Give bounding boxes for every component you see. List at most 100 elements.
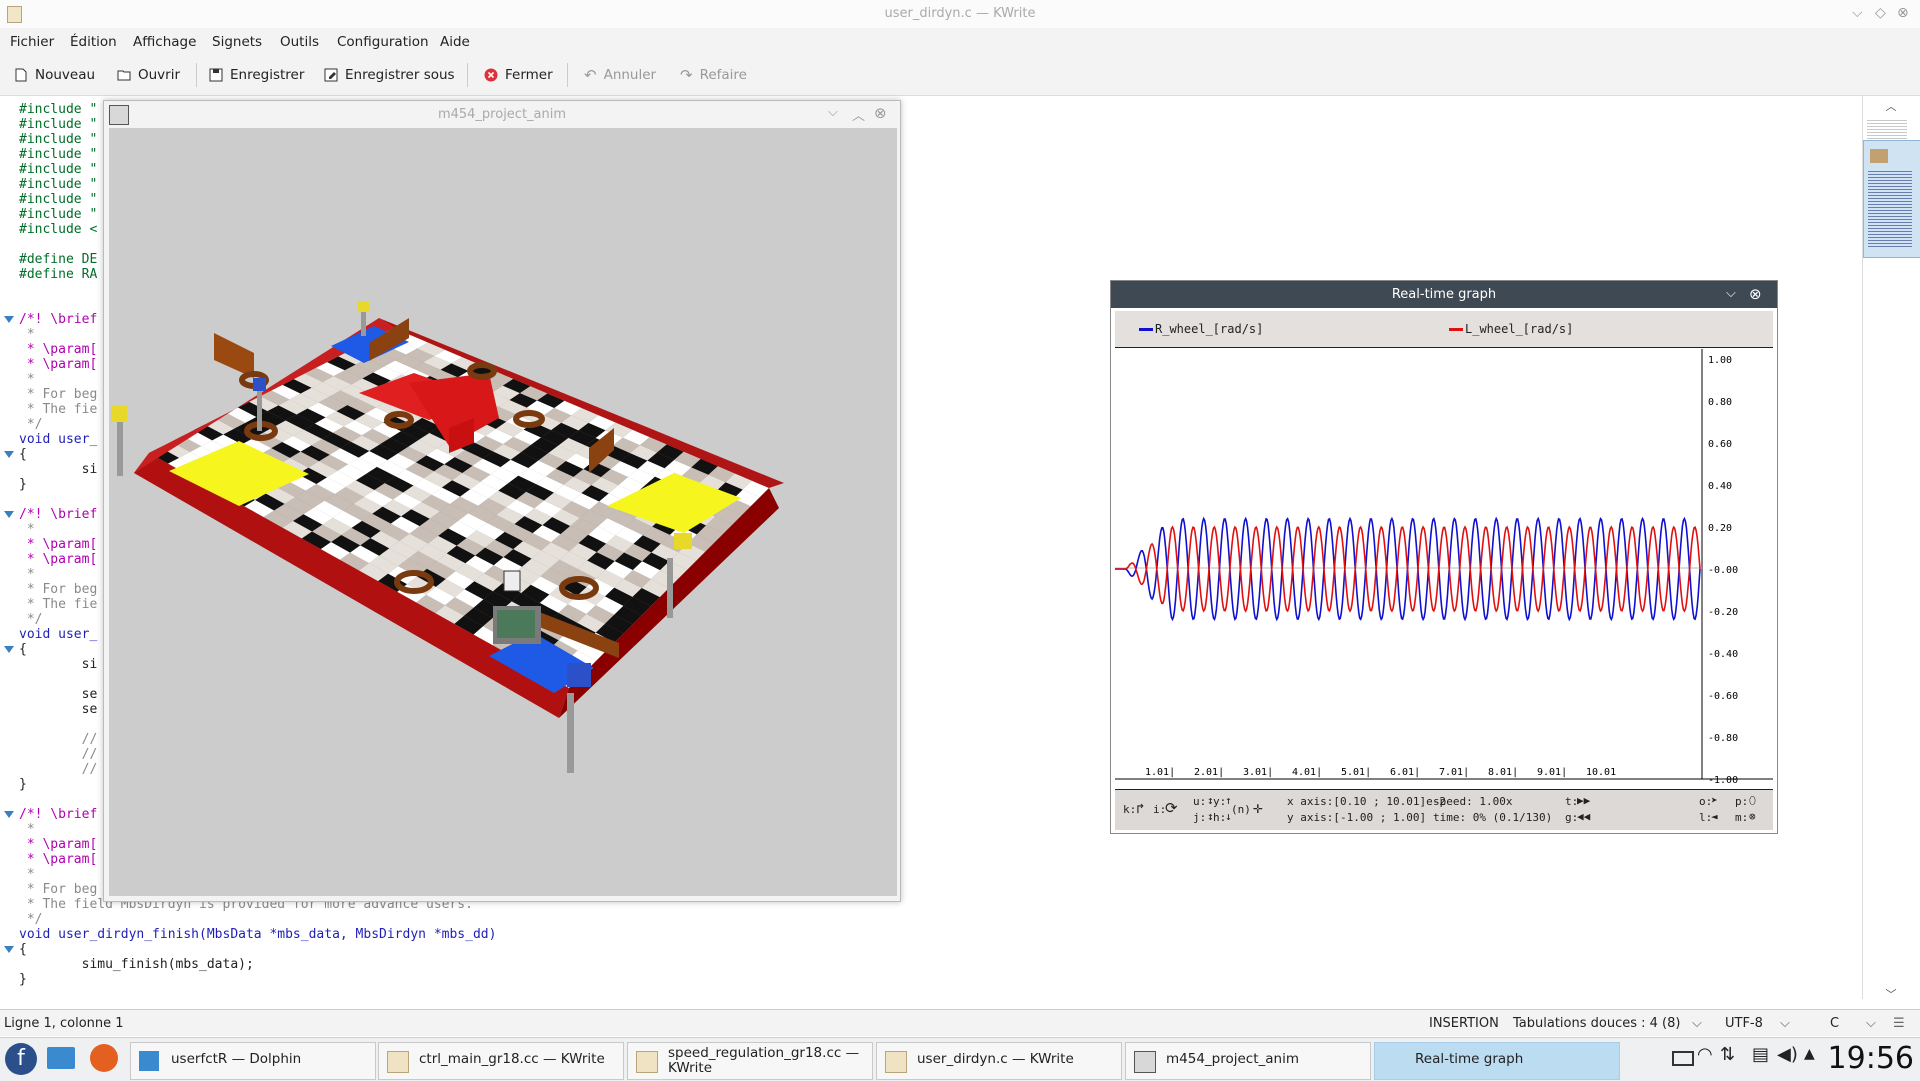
code-line[interactable]: * For beg: [19, 882, 97, 897]
code-line[interactable]: */: [19, 612, 43, 627]
code-line[interactable]: * For beg: [19, 582, 97, 597]
graph-close-icon[interactable]: ⊗: [1749, 285, 1762, 303]
highlight-dropdown-icon[interactable]: ⌵: [1866, 1016, 1876, 1031]
tray-expand-icon[interactable]: ▲: [1804, 1046, 1815, 1062]
dictionary-icon[interactable]: ☰: [1893, 1016, 1905, 1031]
code-line[interactable]: se: [19, 702, 98, 717]
fold-marker-icon[interactable]: [4, 946, 14, 953]
code-line[interactable]: * \param[: [19, 552, 97, 567]
clipboard-icon[interactable]: ▤: [1752, 1044, 1769, 1065]
code-line[interactable]: void user_: [19, 432, 97, 447]
code-line[interactable]: *: [19, 327, 35, 342]
graph-window-titlebar[interactable]: Real-time graph ⌵ ⊗: [1111, 281, 1777, 308]
code-line[interactable]: #include ": [19, 102, 97, 117]
forward-arrow-icon[interactable]: ➤: [1711, 794, 1718, 807]
clock[interactable]: 19:56: [1828, 1041, 1914, 1076]
code-line[interactable]: #include ": [19, 132, 97, 147]
undo-button[interactable]: ↶ Annuler: [584, 65, 656, 85]
menu-configuration[interactable]: Configuration: [337, 34, 429, 50]
code-line[interactable]: /*! \brief: [19, 507, 97, 522]
graph-minimize-icon[interactable]: ⌵: [1726, 286, 1736, 301]
center-axes-icon[interactable]: ✛: [1253, 798, 1263, 817]
menu-outils[interactable]: Outils: [280, 34, 319, 50]
code-line[interactable]: * \param[: [19, 837, 97, 852]
menu-signets[interactable]: Signets: [212, 34, 262, 50]
fold-marker-icon[interactable]: [4, 511, 14, 518]
close-icon[interactable]: ⊗: [1897, 5, 1909, 21]
code-line[interactable]: *: [19, 567, 35, 582]
3d-scene-canvas[interactable]: [109, 128, 897, 896]
task-ctrl-main[interactable]: ctrl_main_gr18.cc — KWrite: [378, 1042, 624, 1080]
refresh-icon[interactable]: ⟳: [1165, 799, 1178, 817]
file-manager-icon[interactable]: [47, 1047, 75, 1069]
code-line[interactable]: * \param[: [19, 852, 97, 867]
code-line[interactable]: {: [19, 447, 27, 462]
code-line[interactable]: {: [19, 942, 27, 957]
indentation-dropdown-icon[interactable]: ⌵: [1692, 1016, 1702, 1031]
code-line[interactable]: }: [19, 477, 27, 492]
code-line[interactable]: {: [19, 642, 27, 657]
code-line[interactable]: #define RA: [19, 267, 97, 282]
code-line[interactable]: *: [19, 822, 35, 837]
fold-marker-icon[interactable]: [4, 811, 14, 818]
code-line[interactable]: }: [19, 777, 27, 792]
save-button[interactable]: Enregistrer: [209, 65, 304, 85]
anim-window[interactable]: m454_project_anim ⌵ ︿ ⊗: [103, 100, 901, 902]
code-line[interactable]: simu_finish(mbs_data);: [19, 957, 254, 972]
code-line[interactable]: /*! \brief: [19, 807, 97, 822]
code-line[interactable]: * \param[: [19, 537, 97, 552]
code-line[interactable]: #include <: [19, 222, 97, 237]
code-line[interactable]: //: [19, 762, 98, 777]
anim-maximize-icon[interactable]: ︿: [852, 105, 865, 124]
code-line[interactable]: * \param[: [19, 342, 97, 357]
redo-button[interactable]: ↷ Refaire: [680, 65, 747, 85]
network-icon[interactable]: ⇅: [1720, 1044, 1735, 1065]
code-line[interactable]: * For beg: [19, 387, 97, 402]
minimap-viewport[interactable]: [1863, 140, 1920, 258]
highlight-mode[interactable]: C: [1830, 1016, 1839, 1031]
code-line[interactable]: * The fie: [19, 597, 97, 612]
menu-aide[interactable]: Aide: [440, 34, 470, 50]
menu-affichage[interactable]: Affichage: [133, 34, 196, 50]
code-line[interactable]: #include ": [19, 147, 97, 162]
rewind-icon[interactable]: ◀◀: [1577, 810, 1590, 823]
anim-close-icon[interactable]: ⊗: [874, 104, 887, 122]
encoding[interactable]: UTF-8: [1725, 1016, 1763, 1031]
code-line[interactable]: #include ": [19, 117, 97, 132]
code-line[interactable]: *: [19, 522, 35, 537]
task-m454-anim[interactable]: m454_project_anim: [1125, 1042, 1371, 1080]
menu-fichier[interactable]: Fichier: [10, 34, 54, 50]
open-button[interactable]: Ouvrir: [117, 65, 180, 85]
code-line[interactable]: #include ": [19, 177, 97, 192]
input-mode[interactable]: INSERTION: [1429, 1016, 1499, 1031]
code-line[interactable]: * \param[: [19, 357, 97, 372]
menu-edition[interactable]: Édition: [70, 34, 117, 50]
task-dolphin[interactable]: userfctR — Dolphin: [130, 1042, 376, 1080]
scroll-down-icon[interactable]: ﹀: [1863, 986, 1919, 1001]
line-chart[interactable]: 1.00 0.80 0.60 0.40 0.20 -0.00 -0.20 -0.40 -0.60…: [1115, 349, 1773, 789]
task-real-time-graph[interactable]: Real-time graph: [1374, 1042, 1620, 1080]
code-line[interactable]: //: [19, 747, 98, 762]
code-line[interactable]: se: [19, 687, 98, 702]
code-line[interactable]: si: [19, 462, 98, 477]
save-as-button[interactable]: Enregistrer sous: [324, 65, 455, 85]
code-line[interactable]: *: [19, 867, 35, 882]
code-line[interactable]: void user_dirdyn_finish(MbsData *mbs_dat…: [19, 927, 496, 942]
task-speed-regulation[interactable]: speed_regulation_gr18.cc — KWrite: [627, 1042, 873, 1080]
indentation-mode[interactable]: Tabulations douces : 4 (8): [1513, 1016, 1680, 1031]
code-line[interactable]: */: [19, 417, 43, 432]
battery-icon[interactable]: [1672, 1051, 1694, 1066]
fold-marker-icon[interactable]: [4, 316, 14, 323]
fast-forward-icon[interactable]: ▶▶: [1577, 794, 1590, 807]
code-line[interactable]: si: [19, 657, 98, 672]
code-line[interactable]: #include ": [19, 162, 97, 177]
arrow-key-icon[interactable]: ↱: [1136, 801, 1144, 817]
close-document-button[interactable]: Fermer: [484, 65, 553, 85]
task-user-dirdyn[interactable]: user_dirdyn.c — KWrite: [876, 1042, 1122, 1080]
code-line[interactable]: //: [19, 732, 98, 747]
maximize-icon[interactable]: ◇: [1875, 5, 1886, 21]
code-line[interactable]: /*! \brief: [19, 312, 97, 327]
fold-marker-icon[interactable]: [4, 646, 14, 653]
code-line[interactable]: #define DE: [19, 252, 97, 267]
graph-window[interactable]: Real-time graph ⌵ ⊗ R_wheel_[rad/s] L_wh…: [1110, 280, 1778, 834]
